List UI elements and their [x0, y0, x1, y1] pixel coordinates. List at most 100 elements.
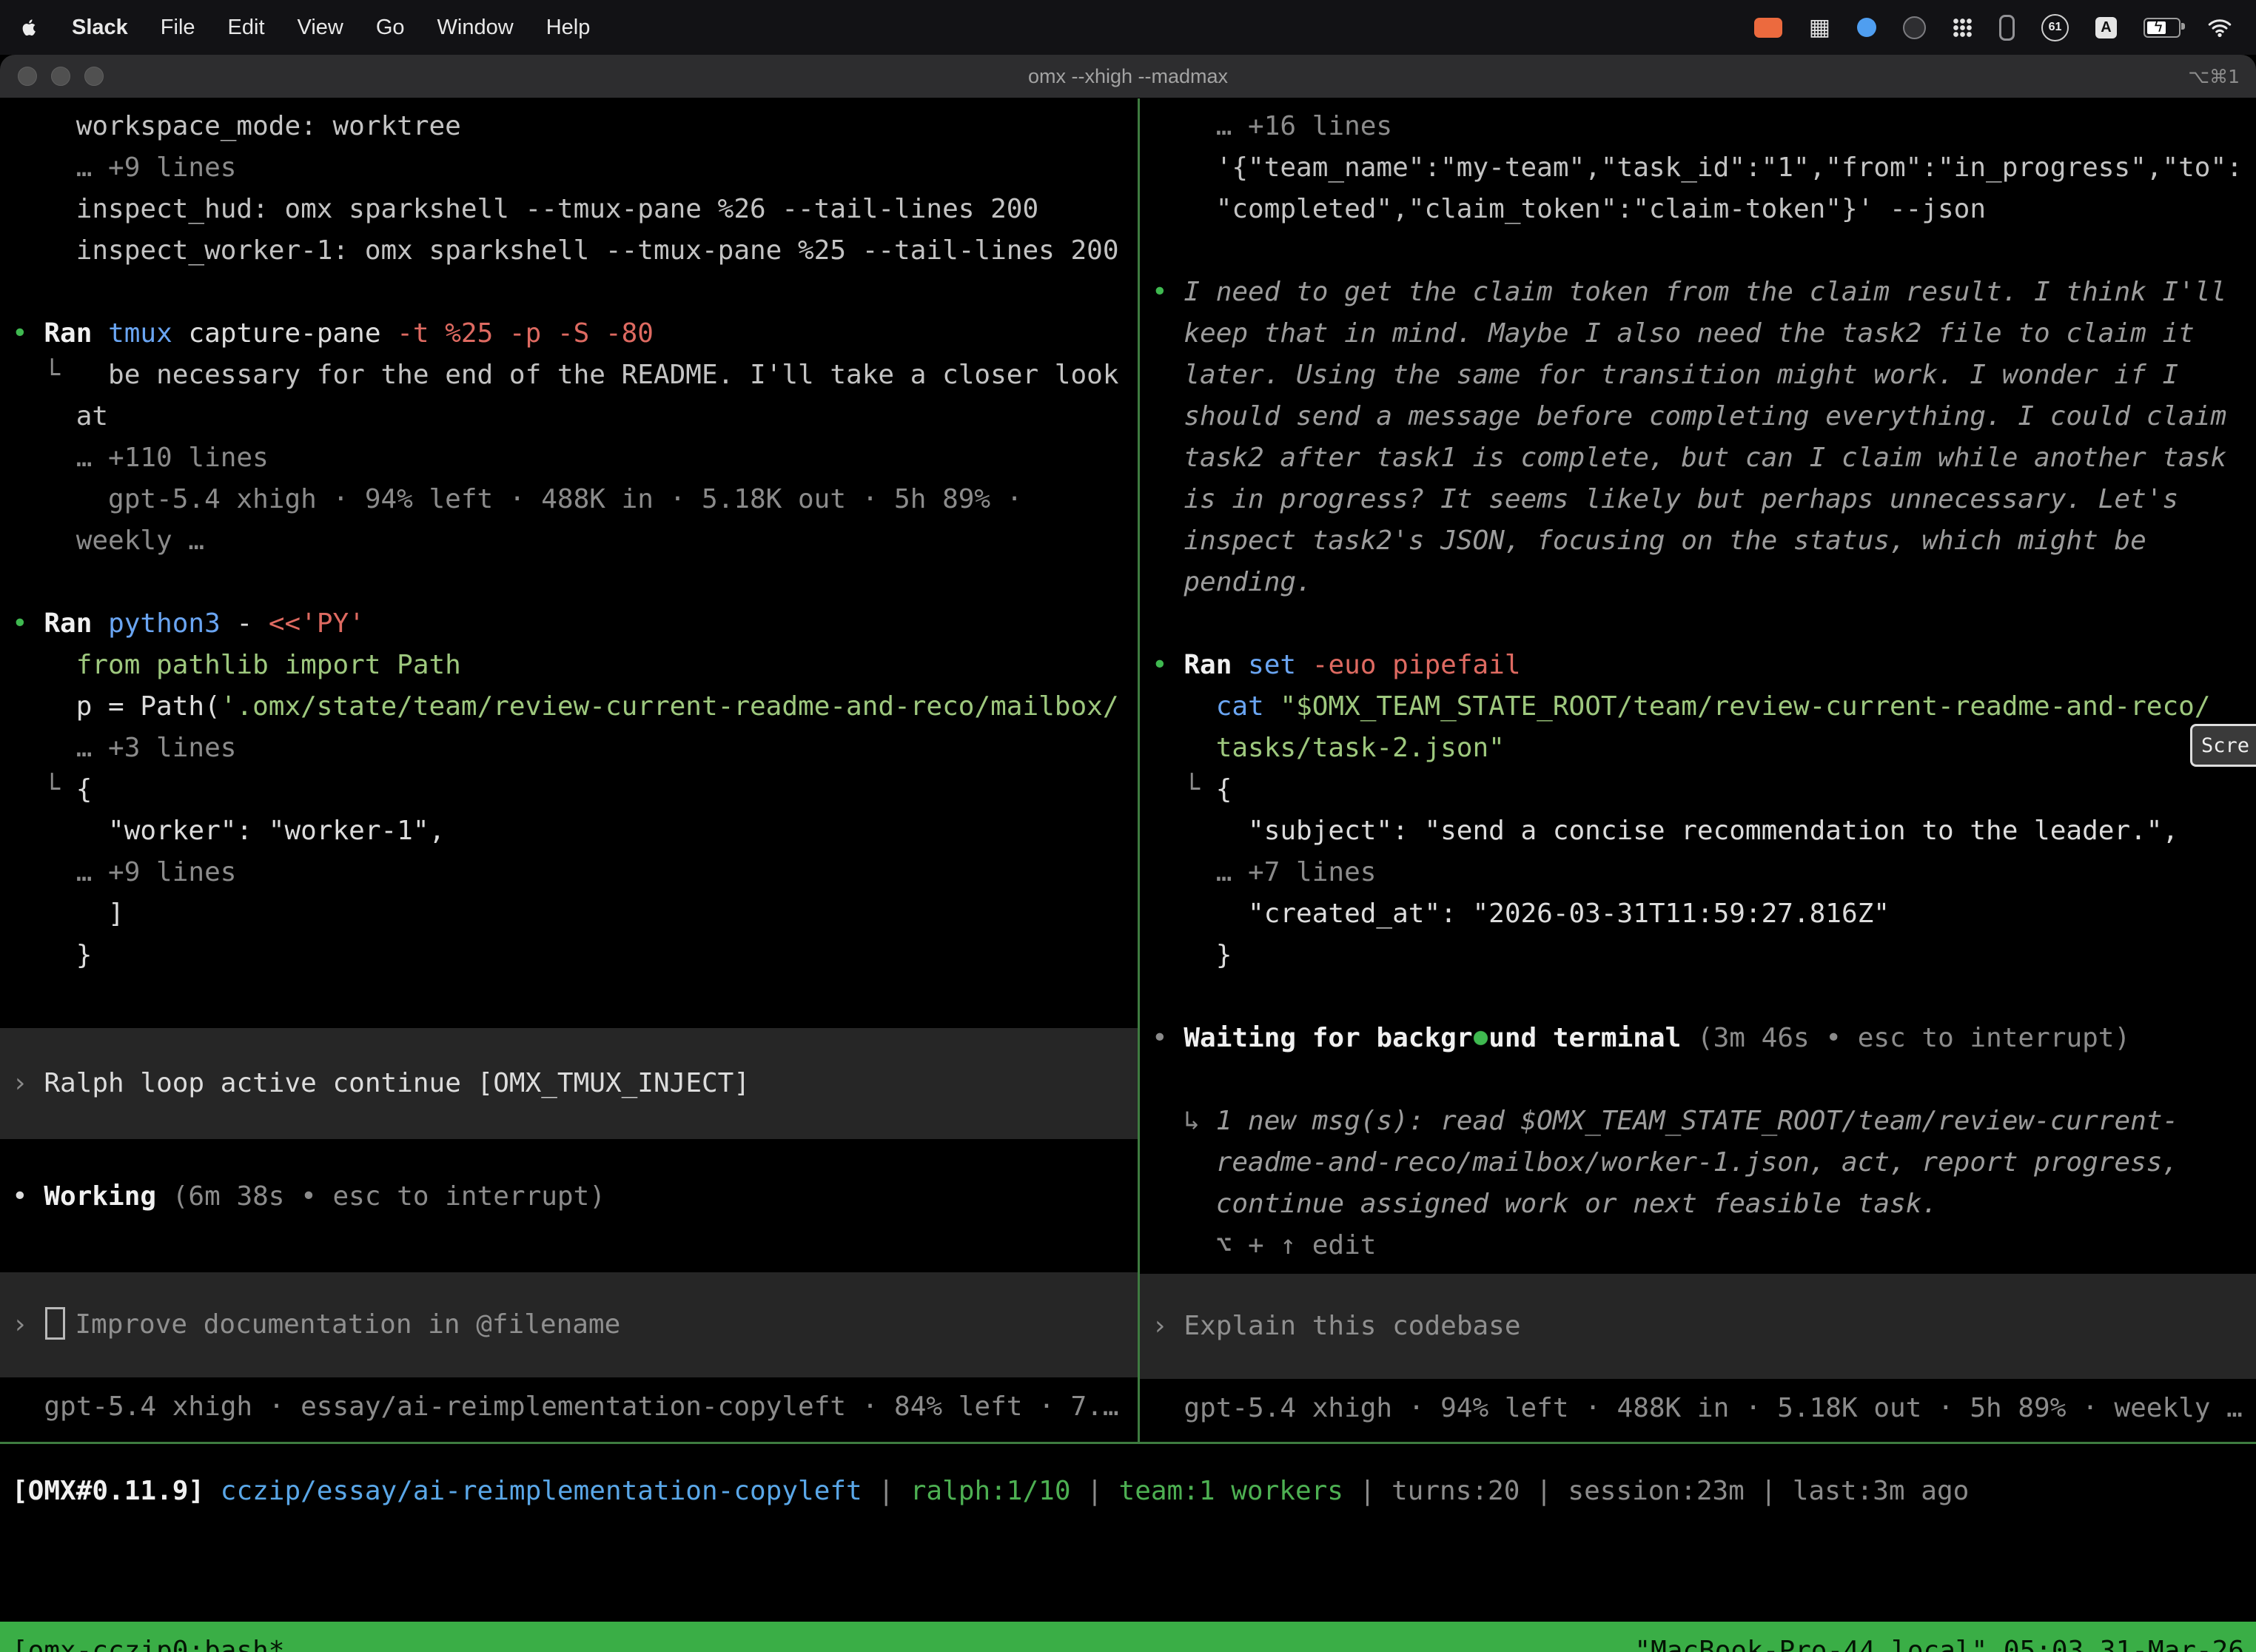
terminal-line: "subject": "send a concise recommendatio… — [1152, 810, 2244, 852]
terminal-line: inspect task2's JSON, focusing on the st… — [1152, 520, 2244, 562]
text-segment-it: pending. — [1184, 567, 1312, 597]
menu-item-window[interactable]: Window — [437, 16, 514, 40]
terminal-line — [12, 272, 1126, 313]
menu-item-help[interactable]: Help — [546, 16, 591, 40]
screen-recording-icon[interactable] — [1754, 18, 1782, 38]
dots-grid-icon[interactable] — [1953, 18, 1973, 38]
text-segment-it: task2 after task1 is complete, but can I… — [1184, 443, 2226, 473]
left-terminal-pane[interactable]: workspace_mode: worktree… +9 linesinspec… — [0, 98, 1138, 1442]
clipped-edge-tooltip: Scre — [2190, 724, 2256, 767]
text-segment-grn: '.omx/state/team/review-current-readme-a… — [221, 691, 1119, 722]
circle-61-icon[interactable]: 61 — [2041, 14, 2069, 41]
text-segment-red: <<'PY' — [269, 608, 365, 639]
terminal-line: tasks/task-2.json" — [1152, 728, 2244, 769]
right-prompt-band[interactable]: › Explain this codebase — [1140, 1274, 2256, 1379]
text-segment-ph: Improve documentation in @filename — [75, 1309, 620, 1340]
model-status: gpt-5.4 xhigh · essay/ai-reimplementatio… — [12, 1386, 1126, 1428]
text-segment-blue: set — [1248, 650, 1296, 680]
menu-item-edit[interactable]: Edit — [228, 16, 265, 40]
text-segment-red: -euo pipefail — [1296, 650, 1520, 680]
apple-menu-icon[interactable] — [19, 16, 39, 39]
session-path: cczip/essay/ai-reimplementation-copyleft — [221, 1476, 862, 1506]
terminal-line: weekly … — [12, 520, 1126, 562]
text-segment-blue: python3 — [108, 608, 221, 639]
terminal-line: inspect_hud: omx sparkshell --tmux-pane … — [12, 189, 1126, 230]
command-line: • Ran python3 - <<'PY' — [12, 603, 1126, 645]
text-cursor — [45, 1307, 65, 1340]
text-segment-dim: | — [1343, 1476, 1391, 1506]
command-line: • Ran tmux capture-pane -t %25 -p -S -80 — [12, 313, 1126, 355]
grid-app-icon[interactable]: ▦ — [1809, 14, 1830, 41]
dark-app-icon[interactable] — [1903, 16, 1926, 39]
terminal-line: … +16 lines — [1152, 106, 2244, 147]
menu-bar-left: Slack File Edit View Go Window Help — [19, 16, 590, 40]
traffic-lights — [18, 67, 104, 86]
window-title: omx --xhigh --madmax — [1028, 65, 1228, 88]
text-segment-dim: › — [1152, 1311, 1184, 1341]
terminal-line: … +110 lines — [12, 437, 1126, 479]
right-footer: gpt-5.4 xhigh · 94% left · 488K in · 5.1… — [1152, 1388, 2244, 1429]
minimize-button[interactable] — [51, 67, 70, 86]
text-segment-w: - — [221, 608, 269, 639]
terminal-line: should send a message before completing … — [1152, 396, 2244, 437]
terminal-line: '{"team_name":"my-team","task_id":"1","f… — [1152, 147, 2244, 189]
tmux-session-label: [omx-cczip0:bash* — [12, 1636, 284, 1652]
text-segment-dim: weekly … — [76, 526, 204, 556]
text-segment-it: keep that in mind. Maybe I also need the… — [1184, 318, 2194, 349]
text-segment-out: inspect_worker-1: omx sparkshell --tmux-… — [76, 235, 1119, 266]
prompt-input: › Improve documentation in @filename — [12, 1304, 1126, 1346]
text-segment-out: at — [76, 401, 108, 432]
text-segment-dim: ⌥ + ↑ edit — [1216, 1230, 1377, 1260]
terminal-line — [1152, 230, 2244, 272]
left-prompt-band[interactable]: › Improve documentation in @filename — [0, 1272, 1138, 1377]
text-segment-red: -t %25 -p -S -80 — [397, 318, 654, 349]
text-segment-w: { — [1216, 774, 1232, 805]
right-terminal-pane[interactable]: … +16 lines '{"team_name":"my-team","task… — [1140, 98, 2256, 1442]
text-segment-dim: ↳ — [1184, 1106, 1215, 1136]
text-segment-out: '{"team_name":"my-team","task_id":"1","f… — [1216, 152, 2243, 183]
text-segment-bull: • — [1152, 277, 1184, 307]
terminal-line: └ be necessary for the end of the README… — [12, 355, 1126, 396]
text-segment-ph: Explain this codebase — [1184, 1311, 1520, 1341]
menu-item-go[interactable]: Go — [376, 16, 405, 40]
window-title-bar[interactable]: omx --xhigh --madmax ⌥⌘1 — [0, 55, 2256, 98]
text-segment-dim: (3m 46s • esc to interrupt) — [1681, 1023, 2130, 1053]
text-segment-it: inspect task2's JSON, focusing on the st… — [1184, 526, 2146, 556]
text-segment-out: "completed","claim_token":"claim-token"}… — [1216, 194, 1986, 224]
turns-counter: turns:20 — [1391, 1476, 1520, 1506]
terminal-line — [1152, 976, 2244, 1018]
active-app-name[interactable]: Slack — [72, 16, 128, 40]
close-button[interactable] — [18, 67, 37, 86]
keyboard-layout-icon[interactable]: A — [2095, 17, 2117, 38]
terminal-line — [12, 562, 1126, 603]
text-segment-blue: cat — [1216, 691, 1280, 722]
terminal-line: "completed","claim_token":"claim-token"}… — [1152, 189, 2244, 230]
text-segment-wb: und terminal — [1488, 1023, 1681, 1053]
text-segment-grn: "$OMX_TEAM_STATE_ROOT/team/review-curren… — [1280, 691, 2210, 722]
text-segment-bull: • — [1152, 650, 1184, 680]
battery-icon[interactable]: ϟ — [2143, 18, 2181, 38]
text-segment-dim: | — [1745, 1476, 1793, 1506]
wifi-icon[interactable] — [2207, 17, 2232, 38]
text-segment-w: p = Path( — [76, 691, 221, 722]
thinking-line: • I need to get the claim token from the… — [1152, 272, 2244, 313]
text-segment-dim: (6m 38s • esc to interrupt) — [156, 1181, 605, 1212]
blue-app-icon[interactable] — [1857, 18, 1876, 37]
terminal-line: } — [1152, 935, 2244, 976]
text-segment-dim: … +3 lines — [76, 733, 237, 763]
text-segment-dim: gpt-5.4 xhigh · 94% left · 488K in · 5.1… — [108, 484, 1022, 514]
text-segment-dim: … +9 lines — [76, 857, 237, 887]
omx-version: [OMX#0.11.9] — [12, 1476, 221, 1506]
menu-item-file[interactable]: File — [161, 16, 195, 40]
session-time: session:23m — [1568, 1476, 1744, 1506]
menu-item-view[interactable]: View — [298, 16, 343, 40]
text-segment-it: later. Using the same for transition mig… — [1184, 360, 2178, 390]
terminal-line — [1152, 603, 2244, 645]
model-status: gpt-5.4 xhigh · 94% left · 488K in · 5.1… — [1152, 1388, 2244, 1429]
text-segment-blue: tmux — [108, 318, 172, 349]
zoom-button[interactable] — [84, 67, 104, 86]
text-segment-wb: Ran — [44, 608, 108, 639]
terminal-line: … +3 lines — [12, 728, 1126, 769]
pill-app-icon[interactable] — [1999, 15, 2015, 41]
prompt-input: › Explain this codebase — [1152, 1306, 2244, 1347]
